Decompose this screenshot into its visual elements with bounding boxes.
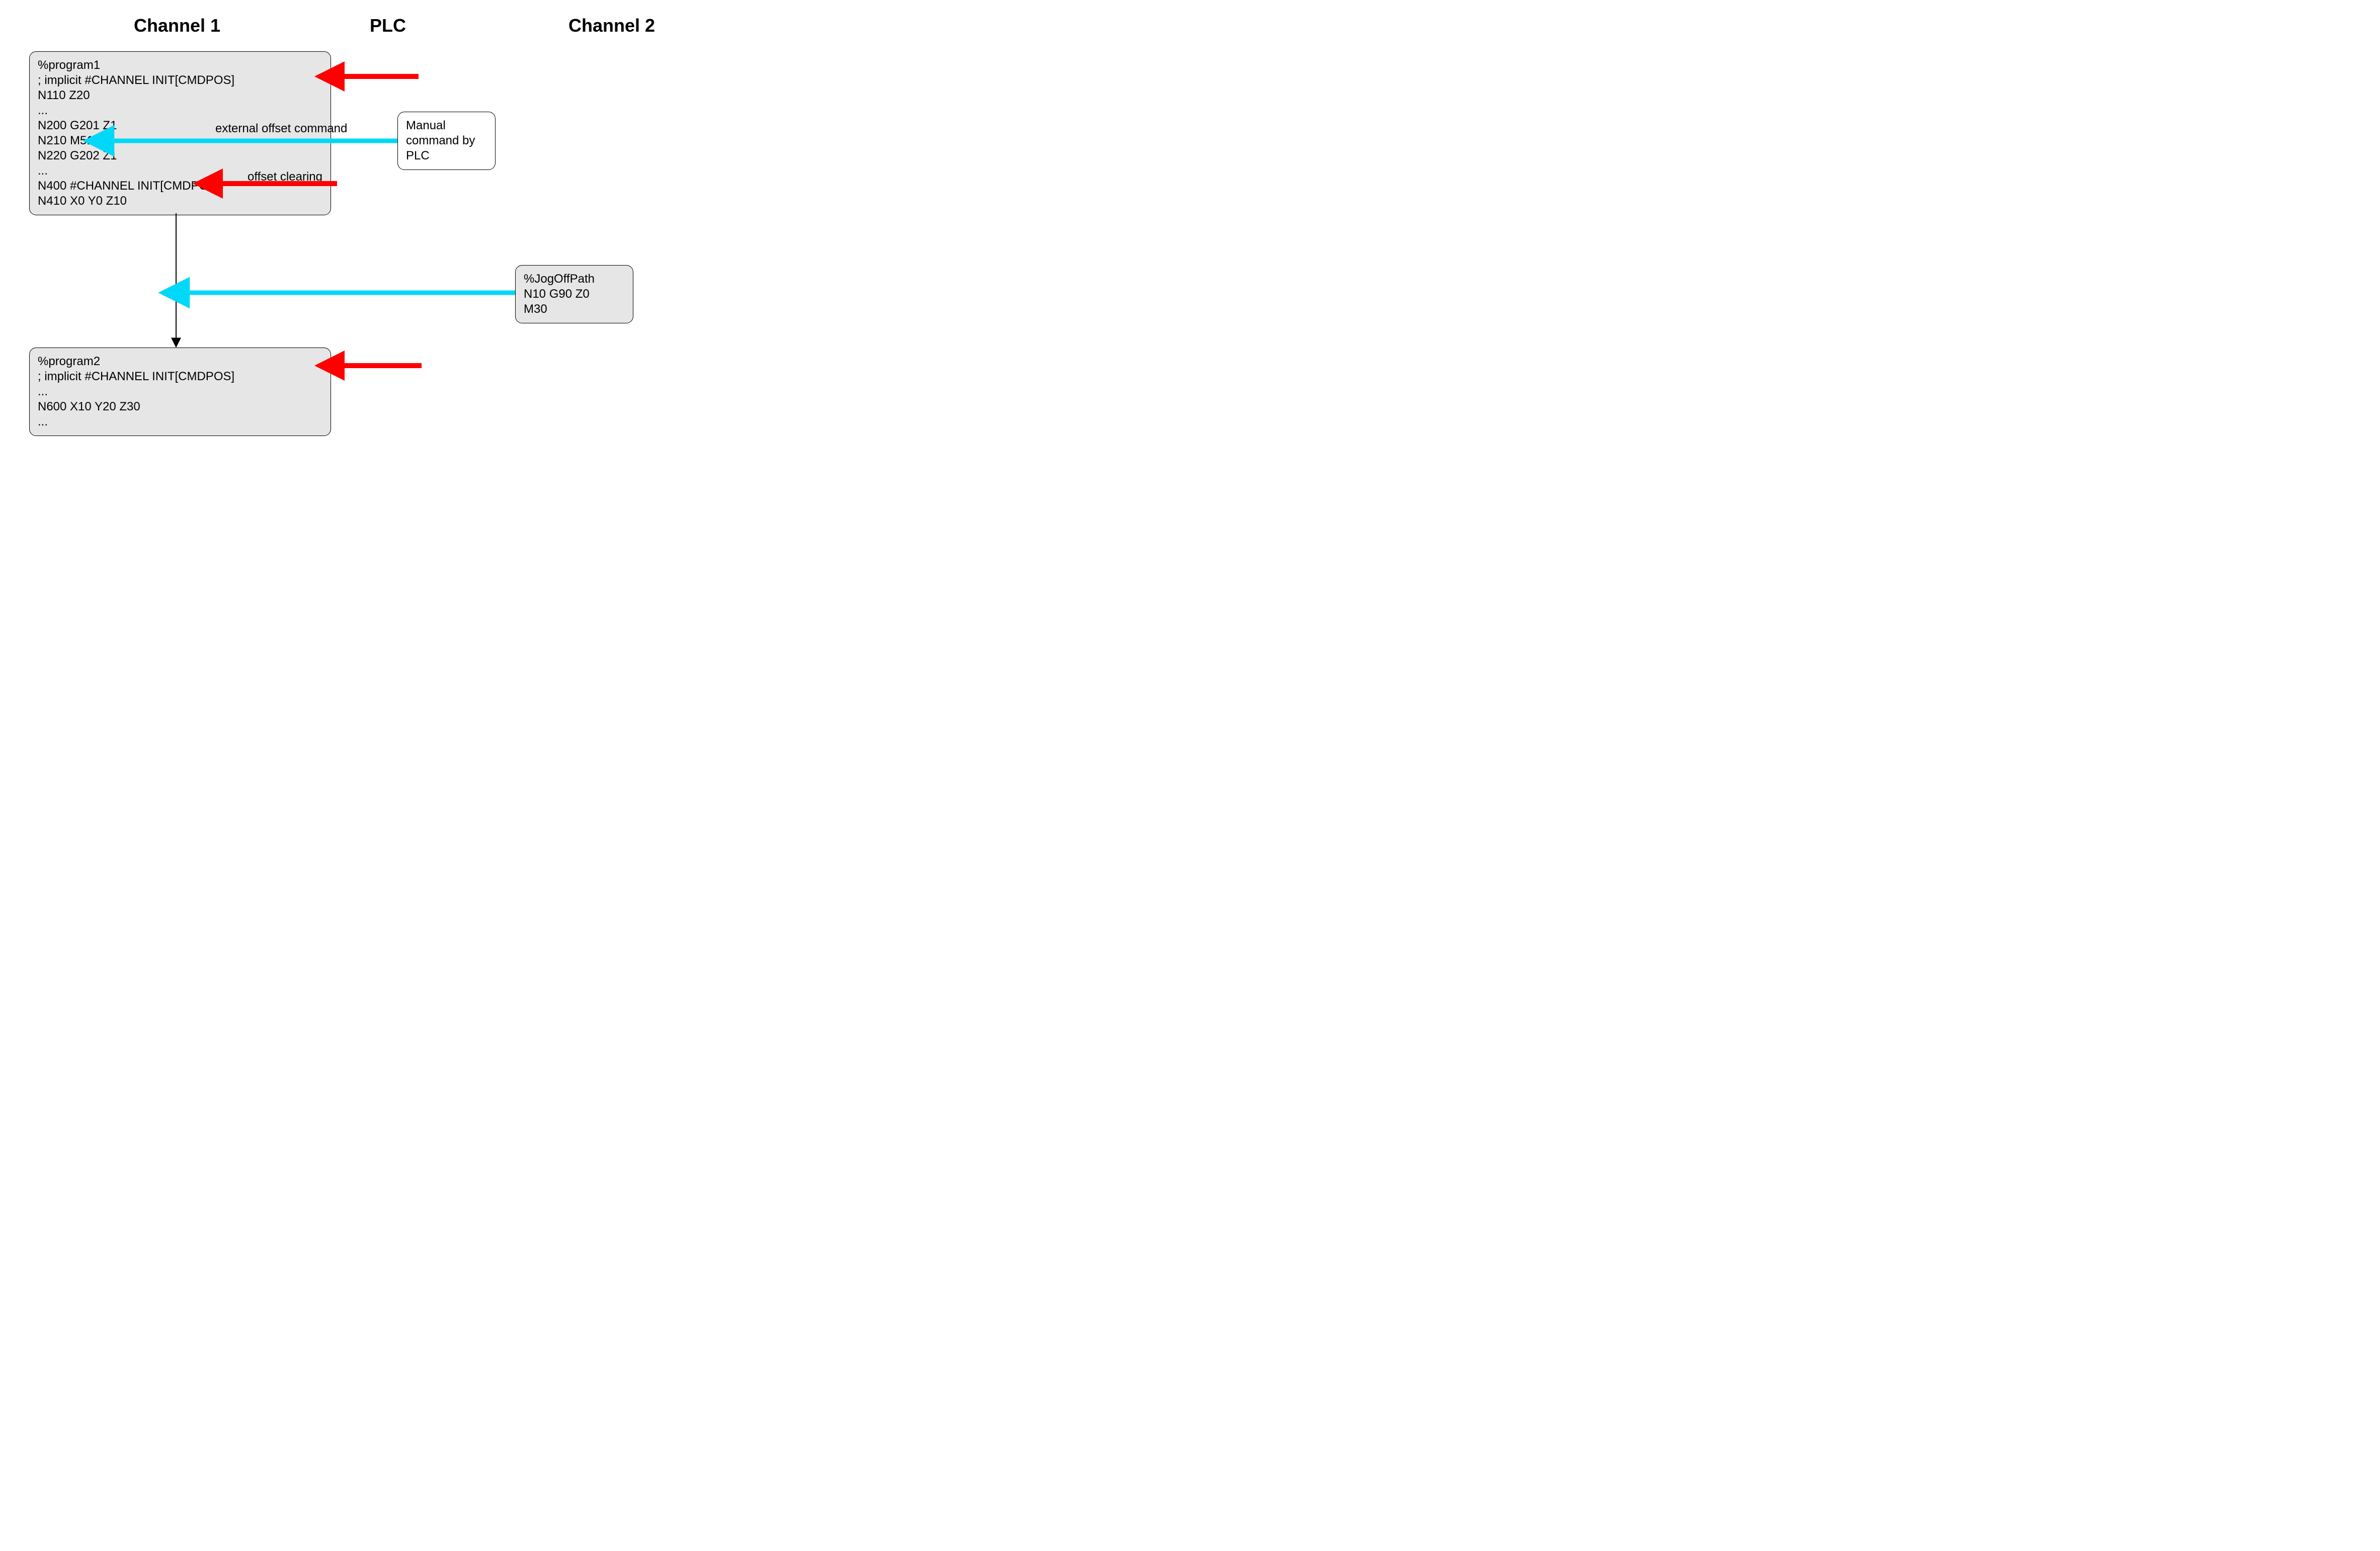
heading-channel1: Channel 1 [134, 15, 220, 36]
box-program2: %program2 ; implicit #CHANNEL INIT[CMDPO… [29, 348, 331, 436]
box-jogoffpath: %JogOffPath N10 G90 Z0 M30 [515, 265, 633, 323]
box-manual-command: Manual command by PLC [397, 112, 496, 170]
label-external-offset-command: external offset command [215, 122, 347, 136]
heading-plc: PLC [370, 15, 406, 36]
label-offset-clearing: offset clearing [248, 170, 322, 184]
heading-channel2: Channel 2 [568, 15, 655, 36]
